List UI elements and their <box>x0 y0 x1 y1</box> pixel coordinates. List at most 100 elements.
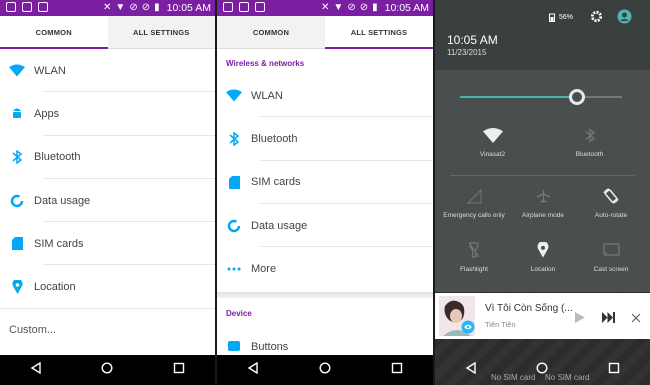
list-item-data-usage[interactable]: Data usage <box>0 179 215 223</box>
music-app-icon <box>461 320 475 336</box>
back-icon[interactable] <box>247 361 259 379</box>
tile-label: Emergency calls only <box>443 212 505 219</box>
navigation-bar <box>435 355 650 385</box>
list-item-label: SIM cards <box>34 237 84 250</box>
list-item-label: More <box>251 262 277 275</box>
list-item-label: Bluetooth <box>34 151 81 164</box>
camera-notification-icon <box>255 2 265 12</box>
battery-icon: ▮ <box>154 2 160 13</box>
no-signal-icon: ⊘ <box>129 2 138 13</box>
tile-emergency-calls[interactable]: Emergency calls only <box>440 186 508 219</box>
list-item-label: Data usage <box>251 219 308 232</box>
list-item-label: WLAN <box>34 64 66 77</box>
wifi-status-icon: ▼ <box>333 2 344 13</box>
status-time: 10:05 AM <box>166 1 211 14</box>
list-item-data-usage[interactable]: Data usage <box>217 204 433 248</box>
tile-auto-rotate[interactable]: Auto-rotate <box>577 186 645 219</box>
tab-all-settings[interactable]: ALL SETTINGS <box>108 16 216 48</box>
recents-icon[interactable] <box>608 361 620 379</box>
home-icon[interactable] <box>319 361 331 379</box>
recents-icon[interactable] <box>391 361 403 379</box>
mute-icon: ✕ <box>321 2 330 13</box>
common-settings-list: WLAN Apps Bluetooth Data usage SIM cards… <box>0 49 215 309</box>
tile-label: Auto-rotate <box>594 212 628 219</box>
wifi-icon <box>455 125 530 145</box>
location-icon <box>0 280 34 295</box>
settings-all-screen: ✕ ▼ ⊘ ⊘ ▮ 10:05 AM COMMON ALL SETTINGS W… <box>217 0 433 385</box>
list-item-sim-cards[interactable]: SIM cards <box>0 222 215 266</box>
data-usage-icon <box>0 194 34 208</box>
settings-gear-icon[interactable] <box>590 10 603 28</box>
next-track-icon[interactable] <box>602 310 615 328</box>
mute-icon: ✕ <box>103 2 112 13</box>
list-item-wlan[interactable]: WLAN <box>217 74 433 118</box>
album-art <box>439 296 475 336</box>
qs-date: 11/23/2015 <box>447 48 487 57</box>
status-bar: ✕ ▼ ⊘ ⊘ ▮ 10:05 AM <box>217 0 433 16</box>
list-item-location[interactable]: Location <box>0 265 215 309</box>
home-icon[interactable] <box>101 361 113 379</box>
bluetooth-icon <box>217 131 251 146</box>
section-header-device: Device <box>226 308 252 318</box>
list-item-wlan[interactable]: WLAN <box>0 49 215 93</box>
user-avatar-icon[interactable] <box>617 9 632 29</box>
dismiss-icon[interactable] <box>631 310 641 328</box>
tile-wifi[interactable]: Vinasat2 <box>455 125 530 158</box>
signal-icon <box>440 186 508 206</box>
list-item-apps[interactable]: Apps <box>0 92 215 136</box>
navigation-bar <box>0 355 215 385</box>
battery-indicator: 56% <box>549 13 573 22</box>
brightness-slider[interactable] <box>460 89 622 105</box>
android-icon <box>0 107 34 120</box>
wifi-icon <box>217 89 251 102</box>
quick-settings-header: 56% 10:05 AM 11/23/2015 <box>435 0 650 70</box>
list-item-label: Apps <box>34 107 60 120</box>
list-item-bluetooth[interactable]: Bluetooth <box>217 117 433 161</box>
song-artist: Tiên Tiên <box>485 320 516 329</box>
recents-icon[interactable] <box>173 361 185 379</box>
tab-bar: COMMON ALL SETTINGS <box>217 16 433 49</box>
tile-flashlight[interactable]: Flashlight <box>440 240 508 273</box>
buttons-icon <box>217 341 251 351</box>
notification-icon <box>6 2 16 12</box>
brightness-slider-fill <box>460 96 577 98</box>
camera-notification-icon <box>38 2 48 12</box>
battery-percent: 56% <box>559 14 574 21</box>
media-notification[interactable]: Vì Tôi Còn Sống (... Tiên Tiên <box>435 293 650 339</box>
wifi-status-icon: ▼ <box>115 2 126 13</box>
qs-time: 10:05 AM <box>447 33 498 47</box>
custom-link[interactable]: Custom... <box>9 324 56 336</box>
settings-common-screen: ✕ ▼ ⊘ ⊘ ▮ 10:05 AM COMMON ALL SETTINGS W… <box>0 0 215 385</box>
tile-location[interactable]: Location <box>509 240 577 273</box>
tile-cast-screen[interactable]: Cast screen <box>577 240 645 273</box>
list-item-label: Bluetooth <box>251 132 298 145</box>
tab-common[interactable]: COMMON <box>0 16 108 49</box>
all-settings-list: Wireless & networks WLAN Bluetooth SIM c… <box>217 52 433 290</box>
battery-icon <box>549 13 555 22</box>
brightness-slider-thumb[interactable] <box>568 89 585 105</box>
list-item-more[interactable]: More <box>217 247 433 290</box>
sim-card-icon <box>217 175 251 189</box>
tab-all-settings[interactable]: ALL SETTINGS <box>325 16 433 49</box>
tile-label: Cast screen <box>593 266 629 273</box>
tile-airplane-mode[interactable]: Airplane mode <box>509 186 577 219</box>
tab-common[interactable]: COMMON <box>217 16 325 48</box>
no-signal-icon: ⊘ <box>347 2 356 13</box>
tile-label: Location <box>530 266 556 273</box>
location-icon <box>509 240 577 260</box>
back-icon[interactable] <box>465 361 477 379</box>
back-icon[interactable] <box>30 361 42 379</box>
status-time: 10:05 AM <box>384 1 429 14</box>
tile-label: Airplane mode <box>522 212 564 219</box>
play-icon[interactable] <box>575 310 585 328</box>
auto-rotate-icon <box>577 186 645 206</box>
wifi-icon <box>0 64 34 77</box>
tile-bluetooth[interactable]: Bluetooth <box>552 125 627 158</box>
list-item-label: SIM cards <box>251 176 301 189</box>
tile-label: Vinasat2 <box>479 151 506 158</box>
list-item-sim-cards[interactable]: SIM cards <box>217 161 433 204</box>
no-signal-icon-2: ⊘ <box>359 2 369 13</box>
list-item-label: WLAN <box>251 89 283 102</box>
more-dots-icon <box>217 267 251 271</box>
list-item-bluetooth[interactable]: Bluetooth <box>0 136 215 179</box>
